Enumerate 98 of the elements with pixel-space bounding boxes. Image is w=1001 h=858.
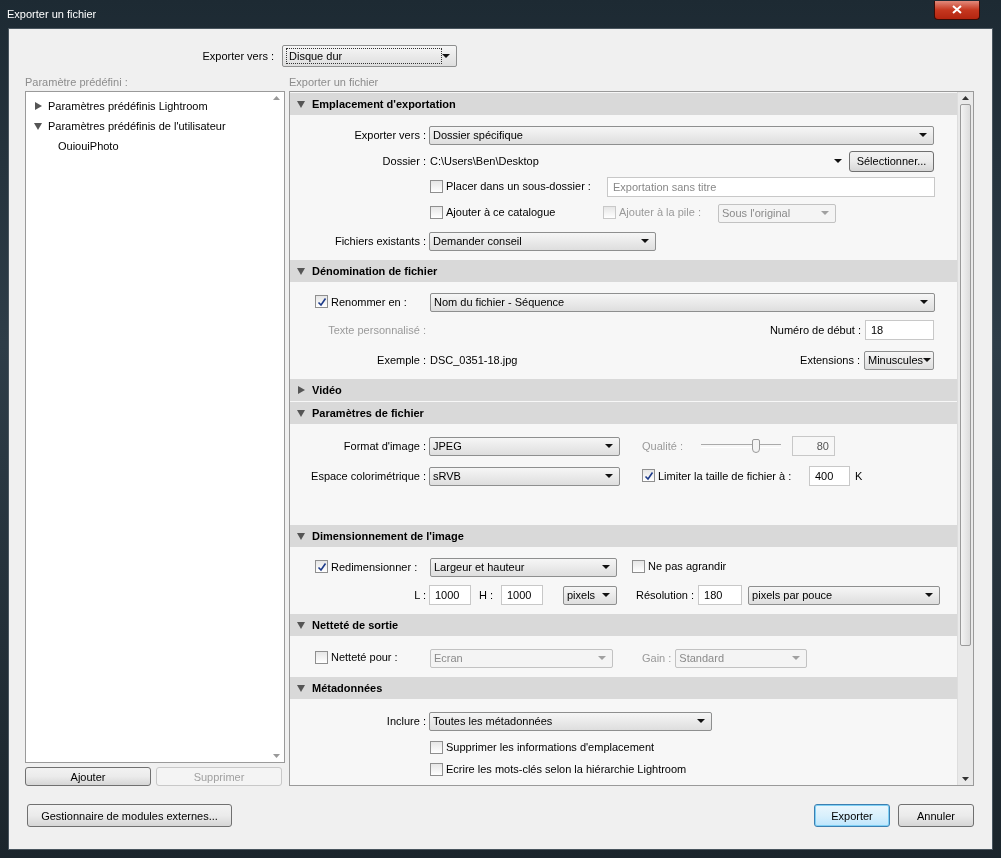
checkbox[interactable]: Netteté pour : <box>315 650 398 664</box>
scrollbar-thumb[interactable] <box>960 104 971 646</box>
panel-title: Exporter un fichier <box>289 75 380 90</box>
dropdown[interactable]: Demander conseil <box>429 231 656 251</box>
field-label: Inclure : <box>385 715 427 727</box>
text-field[interactable]: 400 <box>809 466 850 486</box>
checkbox[interactable]: Renommer en : <box>315 295 407 309</box>
caret-icon <box>821 211 829 215</box>
caret-icon <box>697 719 705 723</box>
window-title: Exporter un fichier <box>7 8 97 20</box>
section-header[interactable]: Emplacement d'exportation <box>290 93 957 115</box>
caret-icon <box>919 133 927 137</box>
field-label: L : <box>413 589 427 601</box>
dropdown[interactable]: Largeur et hauteur <box>430 557 617 577</box>
example-filename: DSC_0351-18.jpg <box>429 354 519 366</box>
section-header[interactable]: Dénomination de fichier <box>290 260 957 282</box>
section-header[interactable]: Dimensionnement de l'image <box>290 525 957 547</box>
field-label: Exporter vers : <box>353 129 427 141</box>
text-field[interactable]: 18 <box>865 320 934 340</box>
field-label: Texte personnalisé : <box>327 324 427 336</box>
check-icon <box>643 470 654 481</box>
preset-item[interactable]: OuiouiPhoto <box>34 136 260 156</box>
select-button[interactable]: Sélectionner... <box>849 150 934 172</box>
checkbox[interactable]: Ajouter à ce catalogue <box>430 205 556 219</box>
check-icon <box>316 296 327 307</box>
dropdown[interactable]: JPEG <box>429 436 620 456</box>
text-field[interactable]: 180 <box>698 585 743 605</box>
caret-icon <box>923 358 932 362</box>
close-button[interactable] <box>934 0 980 20</box>
text-field[interactable]: 1000 <box>429 585 471 605</box>
dropdown[interactable]: pixels <box>563 585 617 605</box>
checkbox[interactable]: Supprimer les informations d'emplacement <box>430 740 655 754</box>
field-label: Numéro de début : <box>769 324 862 336</box>
preset-folder[interactable]: Paramètres prédéfinis de l'utilisateur <box>34 116 260 136</box>
caret-icon <box>920 300 928 304</box>
checkbox[interactable]: Placer dans un sous-dossier : <box>430 179 591 193</box>
field-label: Espace colorimétrique : <box>310 470 427 482</box>
scroll-down-icon <box>272 754 280 758</box>
dropdown[interactable]: Dossier spécifique <box>429 125 934 145</box>
triangle-icon <box>34 102 42 110</box>
field-label: Dossier : <box>381 155 427 167</box>
preset-button[interactable]: Ajouter <box>25 767 151 786</box>
dropdown[interactable]: Minuscules <box>864 350 934 370</box>
field-label: Fichiers existants : <box>333 235 427 247</box>
triangle-icon <box>297 621 305 629</box>
caret-icon <box>605 474 613 478</box>
section-header[interactable]: Métadonnées <box>290 677 957 699</box>
field-label: Extensions : <box>800 354 861 366</box>
triangle-icon <box>297 684 305 692</box>
triangle-icon <box>297 267 305 275</box>
checkbox[interactable]: Redimensionner : <box>315 560 418 574</box>
triangle-icon <box>34 122 42 130</box>
dropdown[interactable]: Toutes les métadonnées <box>429 711 712 731</box>
checkbox[interactable]: Ne pas agrandir <box>632 559 727 573</box>
caret-icon <box>925 593 934 597</box>
scrollbar[interactable] <box>957 92 973 785</box>
dropdown[interactable]: sRVB <box>429 466 620 486</box>
caret-icon <box>442 54 450 58</box>
checkbox[interactable]: Ecrire les mots-clés selon la hiérarchie Lightroom <box>430 762 687 776</box>
unit-label: K <box>855 470 863 482</box>
dialog-button[interactable]: Exporter <box>814 804 890 827</box>
caret-icon <box>602 593 610 597</box>
caret-icon <box>792 656 801 660</box>
caret-icon <box>602 565 610 569</box>
scroll-down-icon <box>962 777 969 781</box>
field-label: Format d'image : <box>342 440 427 452</box>
section-header[interactable]: Paramètres de fichier <box>290 402 957 424</box>
folder-path: C:\Users\Ben\Desktop <box>429 155 540 167</box>
triangle-icon <box>297 100 305 108</box>
field-label: Exemple : <box>376 354 427 366</box>
section-header[interactable]: Netteté de sortie <box>290 614 957 636</box>
field-label: H : <box>479 589 495 601</box>
section-header[interactable]: Vidéo <box>290 379 957 401</box>
preset-folder[interactable]: Paramètres prédéfinis Lightroom <box>34 96 260 116</box>
dropdown[interactable]: pixels par pouce <box>748 585 941 605</box>
close-icon <box>952 5 962 14</box>
export-to-dropdown[interactable]: Disque dur <box>282 45 457 67</box>
triangle-icon <box>297 532 305 540</box>
text-field[interactable]: Exportation sans titre <box>607 177 935 197</box>
scroll-up-icon <box>272 96 280 100</box>
caret-icon <box>605 444 613 448</box>
caret-icon[interactable] <box>834 159 842 163</box>
triangle-icon <box>297 409 305 417</box>
presets-label: Paramètre prédéfini : <box>25 75 129 90</box>
plugin-manager-button[interactable]: Gestionnaire de modules externes... <box>27 804 232 827</box>
caret-icon <box>641 239 649 243</box>
dialog-button[interactable]: Annuler <box>898 804 974 827</box>
checkbox[interactable]: Limiter la taille de fichier à : <box>642 469 792 483</box>
text-field[interactable]: 1000 <box>501 585 543 605</box>
dropdown[interactable]: Nom du fichier - Séquence <box>430 292 935 312</box>
export-to-label: Exporter vers : <box>201 50 275 62</box>
scroll-up-icon <box>962 96 969 100</box>
check-icon <box>316 561 327 572</box>
triangle-icon <box>297 386 305 394</box>
caret-icon <box>598 656 606 660</box>
field-label: Gain : <box>642 652 673 664</box>
field-label: Résolution : <box>636 589 696 601</box>
field-label: Qualité : <box>642 440 684 452</box>
